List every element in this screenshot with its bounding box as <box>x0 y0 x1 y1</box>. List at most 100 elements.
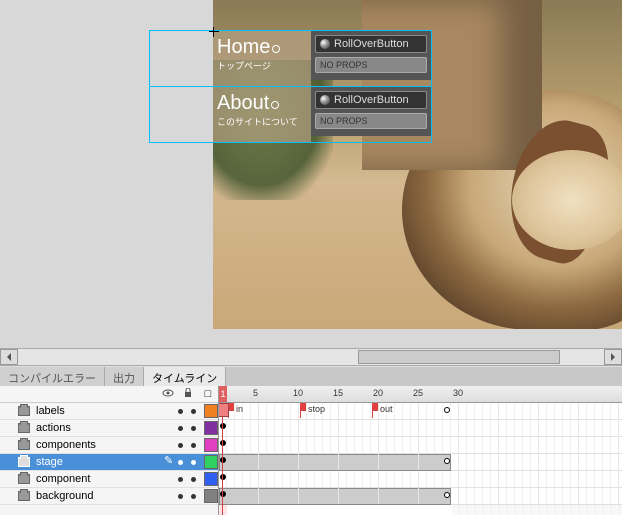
visibility-dot[interactable] <box>178 477 183 482</box>
lock-dot[interactable] <box>191 460 196 465</box>
frame-ruler[interactable]: 1 51015202530 <box>219 386 622 403</box>
end-keyframe-icon[interactable] <box>444 407 450 413</box>
frame-span[interactable] <box>219 454 451 471</box>
scroll-track[interactable] <box>18 349 604 365</box>
tab-timeline[interactable]: タイムライン <box>144 367 226 387</box>
end-keyframe-icon[interactable] <box>444 492 450 498</box>
keyframe-icon[interactable] <box>220 423 226 429</box>
nav-row-about[interactable]: About このサイトについて RollOverButton NO PROPS <box>149 86 432 143</box>
nav-row-home[interactable]: Home トップページ RollOverButton NO PROPS <box>149 30 432 87</box>
layer-color-swatch[interactable] <box>204 404 218 418</box>
timeline-panel: □ labels actions components stage component b… <box>0 386 622 515</box>
layer-toggles <box>178 443 200 448</box>
component-props: NO PROPS <box>315 113 427 129</box>
scroll-left-button[interactable] <box>0 349 18 365</box>
frames-row-components[interactable] <box>219 437 622 454</box>
lock-dot[interactable] <box>191 443 196 448</box>
layer-name-label: labels <box>34 405 174 417</box>
layer-row-component[interactable]: component <box>0 471 218 488</box>
component-inspector-home[interactable]: RollOverButton NO PROPS <box>311 31 431 80</box>
layer-color-swatch[interactable] <box>204 421 218 435</box>
frames-row-labels[interactable]: in stop out <box>219 403 622 420</box>
layer-row-actions[interactable]: actions <box>0 420 218 437</box>
nav-pad <box>150 87 213 136</box>
frames-row-stage[interactable] <box>219 454 622 471</box>
component-icon <box>320 39 330 49</box>
selected-symbols-group[interactable]: Home トップページ RollOverButton NO PROPS Abou… <box>149 30 432 142</box>
layer-row-labels[interactable]: labels <box>0 403 218 420</box>
layer-toggles <box>178 494 200 499</box>
lock-icon[interactable] <box>182 388 194 401</box>
about-title: About <box>217 93 311 113</box>
ruler-tick: 15 <box>333 388 343 398</box>
visibility-dot[interactable] <box>178 409 183 414</box>
tab-output[interactable]: 出力 <box>105 367 144 386</box>
canvas-hscrollbar[interactable] <box>0 348 622 366</box>
label-out: out <box>380 404 393 414</box>
layer-color-swatch[interactable] <box>204 438 218 452</box>
home-subtitle: トップページ <box>217 59 311 72</box>
visibility-dot[interactable] <box>178 426 183 431</box>
ruler-tick: 10 <box>293 388 303 398</box>
panel-tabbar: コンパイルエラー 出力 タイムライン <box>0 367 622 387</box>
end-keyframe-icon[interactable] <box>444 458 450 464</box>
visibility-dot[interactable] <box>178 443 183 448</box>
layer-header: □ <box>0 386 218 403</box>
component-header: RollOverButton <box>315 91 427 109</box>
eye-icon[interactable] <box>162 388 174 401</box>
component-icon <box>320 95 330 105</box>
layer-icon <box>18 440 30 450</box>
lock-dot[interactable] <box>191 477 196 482</box>
keyframe-icon[interactable] <box>220 440 226 446</box>
label-in: in <box>236 404 243 414</box>
lock-dot[interactable] <box>191 494 196 499</box>
scroll-right-button[interactable] <box>604 349 622 365</box>
layer-name-label: background <box>34 490 174 502</box>
tab-compile-error[interactable]: コンパイルエラー <box>0 367 105 386</box>
about-button[interactable]: About このサイトについて <box>213 87 311 142</box>
keyframe-icon[interactable] <box>220 457 226 463</box>
layer-row-components[interactable]: components <box>0 437 218 454</box>
ruler-tick: 5 <box>253 388 258 398</box>
keyframe-icon[interactable] <box>220 474 226 480</box>
label-flag-stop[interactable] <box>300 403 306 411</box>
layer-icon <box>18 491 30 501</box>
canvas-area: Home トップページ RollOverButton NO PROPS Abou… <box>0 0 622 348</box>
outline-icon[interactable]: □ <box>202 388 214 400</box>
lock-dot[interactable] <box>191 409 196 414</box>
component-inspector-about[interactable]: RollOverButton NO PROPS <box>311 87 431 136</box>
layer-color-swatch[interactable] <box>204 489 218 503</box>
label-flag-out[interactable] <box>372 403 378 411</box>
layer-row-background[interactable]: background <box>0 488 218 505</box>
component-name: RollOverButton <box>334 94 409 106</box>
visibility-dot[interactable] <box>178 494 183 499</box>
layer-row-stage[interactable]: stage <box>0 454 218 471</box>
layer-color-swatch[interactable] <box>204 472 218 486</box>
frames-row-background[interactable] <box>219 488 622 505</box>
layer-toggles <box>178 460 200 465</box>
home-button[interactable]: Home トップページ <box>213 31 311 86</box>
visibility-dot[interactable] <box>178 460 183 465</box>
keyframe-icon[interactable] <box>220 491 226 497</box>
layer-color-swatch[interactable] <box>204 455 218 469</box>
component-header: RollOverButton <box>315 35 427 53</box>
lock-dot[interactable] <box>191 426 196 431</box>
frame-panel[interactable]: 1 51015202530 in stop out <box>219 386 622 515</box>
layer-name-label: component <box>34 473 174 485</box>
layer-toggles <box>178 477 200 482</box>
frames-row-component[interactable] <box>219 471 622 488</box>
about-subtitle: このサイトについて <box>217 115 311 128</box>
ruler-tick: 25 <box>413 388 423 398</box>
layer-icon <box>18 406 30 416</box>
frames-row-actions[interactable] <box>219 420 622 437</box>
frames-grid[interactable]: in stop out <box>219 403 622 505</box>
playhead[interactable] <box>222 403 223 515</box>
scroll-thumb[interactable] <box>358 350 560 364</box>
layer-toggles <box>178 409 200 414</box>
frame-span[interactable] <box>219 488 451 505</box>
registration-point-icon <box>209 27 219 37</box>
home-title: Home <box>217 37 311 57</box>
layer-name-label: components <box>34 439 174 451</box>
layer-icon <box>18 474 30 484</box>
layer-panel: □ labels actions components stage component b… <box>0 386 219 515</box>
